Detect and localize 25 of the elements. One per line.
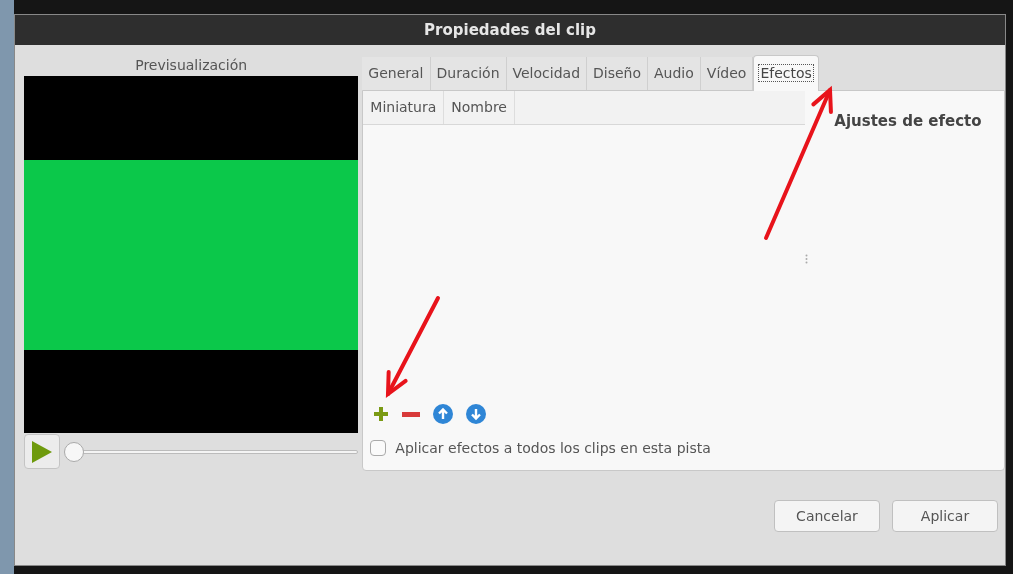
move-down-icon[interactable] — [466, 404, 487, 424]
column-header[interactable]: Miniatura — [363, 91, 445, 124]
splitter-handle-icon[interactable] — [805, 253, 809, 264]
tab[interactable]: General — [362, 57, 431, 90]
effect-settings-title: Ajustes de efecto — [834, 112, 982, 130]
column-header[interactable]: Nombre — [444, 91, 515, 124]
tab[interactable]: Velocidad — [506, 57, 587, 90]
remove-icon[interactable] — [402, 411, 421, 417]
tab[interactable]: Duración — [430, 57, 507, 90]
seek-slider[interactable] — [64, 441, 359, 462]
tab[interactable]: Vídeo — [700, 57, 754, 90]
slider-thumb[interactable] — [64, 441, 84, 462]
preview-label: Previsualización — [135, 56, 248, 75]
move-up-icon[interactable] — [433, 404, 454, 424]
play-icon — [31, 439, 53, 464]
dialog-button[interactable]: Cancelar — [774, 500, 880, 532]
window-title: Propiedades del clip — [424, 19, 596, 41]
checkbox[interactable] — [370, 440, 387, 456]
checkbox-label[interactable]: Aplicar efectos a todos los clips en esta pista — [395, 437, 711, 459]
tab[interactable]: Audio — [648, 57, 701, 90]
add-icon[interactable] — [373, 406, 390, 422]
dialog-button[interactable]: Aplicar — [892, 500, 998, 532]
tab[interactable]: Diseño — [587, 57, 649, 90]
play-button[interactable] — [24, 434, 60, 469]
tab[interactable]: Efectos — [753, 55, 819, 91]
